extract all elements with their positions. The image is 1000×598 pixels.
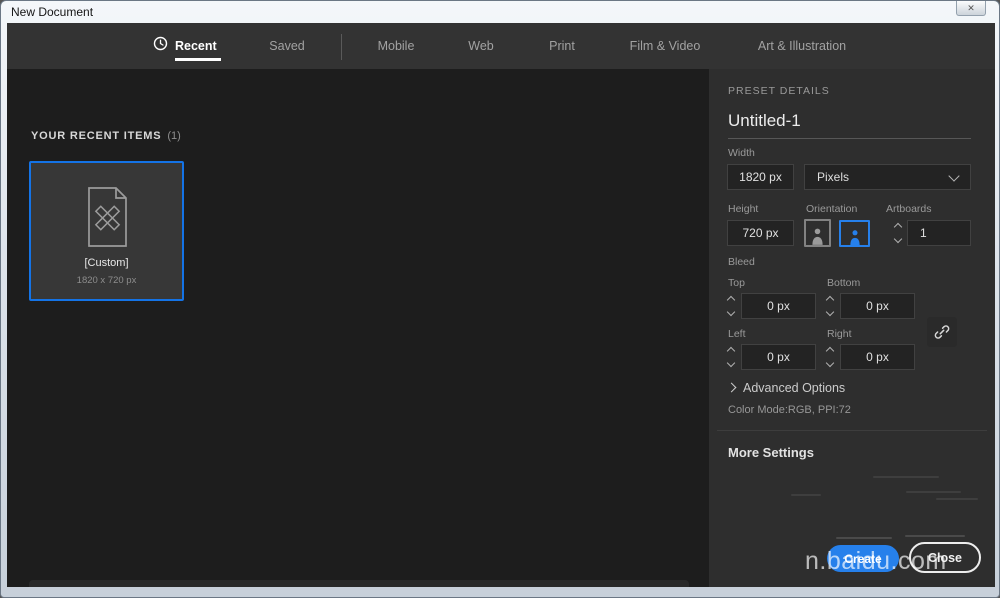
advanced-options-label: Advanced Options (743, 381, 846, 395)
width-label: Width (728, 147, 755, 159)
tab-recent[interactable]: Recent (153, 36, 217, 56)
stepper-down-icon (825, 307, 835, 317)
width-input[interactable]: 1820 px (727, 164, 794, 190)
recent-items-count: (1) (167, 130, 181, 142)
watermark-artifact (906, 491, 961, 493)
orientation-portrait-button[interactable] (804, 219, 831, 247)
bleed-right-stepper[interactable] (825, 344, 835, 370)
bleed-left-input[interactable]: 0 px (741, 344, 816, 370)
create-button[interactable]: Create (827, 545, 899, 572)
stepper-down-icon (825, 358, 835, 368)
watermark-artifact (873, 476, 939, 478)
new-document-dialog: New Document ✕ Recent Saved Mobile Web P… (0, 0, 1000, 598)
artboards-label: Artboards (886, 203, 932, 215)
bleed-label: Bleed (728, 256, 755, 268)
bleed-bottom-stepper[interactable] (825, 293, 835, 319)
recent-item-name: [Custom] (84, 257, 129, 269)
landscape-person-icon (849, 230, 860, 245)
watermark-artifact (905, 535, 965, 537)
recent-item-dimensions: 1820 x 720 px (76, 275, 137, 286)
bleed-left-label: Left (728, 328, 746, 340)
window-title: New Document (11, 5, 94, 19)
tab-art-illustration[interactable]: Art & Illustration (758, 39, 846, 53)
bleed-top-stepper[interactable] (726, 293, 736, 319)
titlebar: New Document ✕ (1, 1, 999, 23)
artboards-stepper[interactable] (893, 220, 903, 246)
tab-divider (341, 34, 342, 60)
bleed-bottom-label: Bottom (827, 277, 861, 289)
bleed-right-input[interactable]: 0 px (840, 344, 915, 370)
units-dropdown[interactable]: Pixels (804, 164, 971, 190)
stepper-up-icon (893, 222, 903, 232)
bleed-right-label: Right (827, 328, 852, 340)
chevron-down-icon (948, 169, 960, 182)
stepper-up-icon (825, 346, 835, 356)
recent-items-area: YOUR RECENT ITEMS (1) [Custom] 1820 x 720… (7, 69, 709, 587)
preset-details-panel: PRESET DETAILS Untitled-1 Width 1820 px … (709, 69, 995, 587)
units-value: Pixels (817, 170, 850, 184)
height-input[interactable]: 720 px (727, 220, 794, 246)
watermark-artifact (836, 537, 892, 539)
tab-mobile[interactable]: Mobile (378, 39, 415, 53)
artboards-input[interactable]: 1 (907, 220, 971, 246)
close-button[interactable]: Close (909, 542, 981, 573)
stepper-up-icon (726, 295, 736, 305)
category-tabbar: Recent Saved Mobile Web Print Film & Vid… (7, 23, 995, 69)
document-name-field[interactable]: Untitled-1 (728, 111, 971, 139)
dialog-content: Recent Saved Mobile Web Print Film & Vid… (7, 23, 995, 587)
stepper-down-icon (726, 358, 736, 368)
adobe-stock-searchbar: Go (29, 580, 689, 587)
orientation-landscape-button[interactable] (839, 220, 870, 247)
watermark-artifact (936, 498, 978, 500)
document-template-icon (87, 187, 127, 247)
tab-web[interactable]: Web (468, 39, 493, 53)
window-close-button[interactable]: ✕ (956, 1, 986, 16)
portrait-person-icon (812, 228, 823, 245)
stepper-up-icon (825, 295, 835, 305)
watermark-artifact (791, 494, 821, 496)
chevron-right-icon (726, 382, 737, 393)
bleed-left-stepper[interactable] (726, 344, 736, 370)
tab-label: Recent (175, 39, 217, 53)
more-settings-label: More Settings (728, 445, 814, 460)
tab-saved[interactable]: Saved (269, 39, 304, 53)
panel-divider (717, 430, 987, 431)
stepper-down-icon (726, 307, 736, 317)
tab-film-video[interactable]: Film & Video (630, 39, 701, 53)
stepper-up-icon (726, 346, 736, 356)
recent-items-heading: YOUR RECENT ITEMS (1) (31, 130, 181, 142)
height-label: Height (728, 203, 759, 215)
color-mode-text: Color Mode:RGB, PPI:72 (728, 404, 851, 416)
bleed-top-label: Top (728, 277, 745, 289)
clock-icon (153, 36, 168, 56)
bleed-top-input[interactable]: 0 px (741, 293, 816, 319)
advanced-options-toggle[interactable]: Advanced Options (726, 381, 846, 395)
tab-print[interactable]: Print (549, 39, 575, 53)
recent-item-custom[interactable]: [Custom] 1820 x 720 px (29, 161, 184, 301)
link-icon (934, 325, 950, 339)
bleed-bottom-input[interactable]: 0 px (840, 293, 915, 319)
bleed-link-button[interactable] (927, 317, 957, 347)
orientation-label: Orientation (806, 203, 858, 215)
preset-details-heading: PRESET DETAILS (728, 85, 830, 97)
active-tab-underline (175, 58, 221, 61)
close-icon: ✕ (967, 2, 975, 13)
stepper-down-icon (893, 234, 903, 244)
recent-items-heading-text: YOUR RECENT ITEMS (31, 130, 162, 142)
